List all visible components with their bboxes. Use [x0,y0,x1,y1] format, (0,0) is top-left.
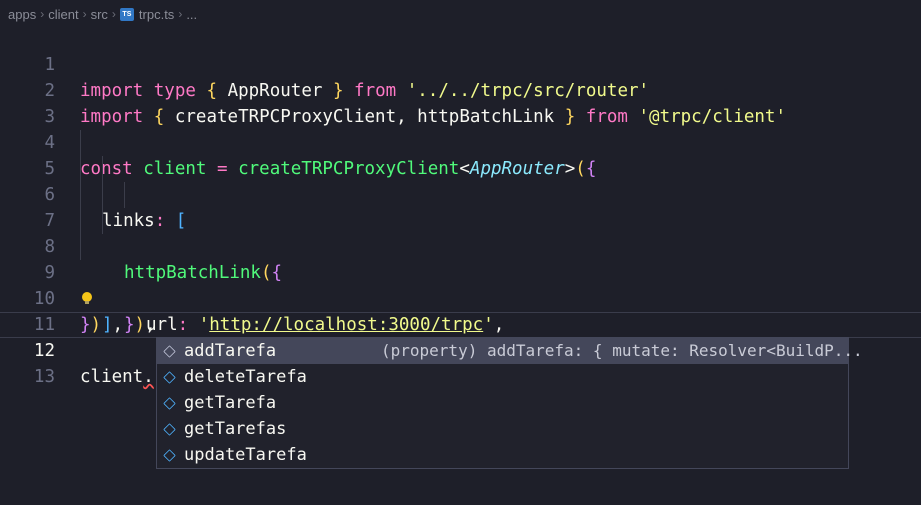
indent-guide [80,182,81,208]
cube-icon [163,422,176,436]
suggestion-item[interactable]: addTarefa (property) addTarefa: { mutate… [157,338,863,364]
code-line[interactable]: 1 import type { AppRouter } from '../../… [0,26,921,101]
typescript-file-icon: TS [119,7,134,21]
indent-guide [102,208,103,234]
code-line[interactable]: 6 httpBatchLink({ [0,156,921,283]
cube-icon [163,448,176,462]
code-line[interactable]: 3 [0,78,921,127]
indent-guide [102,156,103,182]
indent-guide [80,234,81,260]
indent-guide [124,182,125,208]
suggestion-label: deleteTarefa [184,367,307,387]
code-content: client. [80,364,154,390]
suggestion-item[interactable]: updateTarefa [157,442,848,468]
code-line[interactable]: 9 ], [0,234,921,335]
suggestion-label: updateTarefa [184,445,307,465]
indent-guide [102,182,103,208]
code-line[interactable]: 2 import { createTRPCProxyClient, httpBa… [0,52,921,127]
suggestion-detail: (property) addTarefa: { mutate: Resolver… [381,341,863,360]
breadcrumb-item-apps[interactable]: apps [8,7,36,22]
suggestion-item[interactable]: deleteTarefa [157,364,848,390]
chevron-right-icon: › [82,7,87,21]
chevron-right-icon: › [111,7,116,21]
code-line[interactable]: 11 [0,286,921,335]
suggestion-label: getTarefas [184,419,287,439]
indent-guide [80,156,81,182]
suggestion-label: getTarefa [184,393,277,413]
code-line[interactable]: 10 }) [0,260,921,335]
cube-icon [163,344,176,358]
indent-guide [80,130,81,156]
code-line-current[interactable]: 12 client. [0,312,921,387]
cube-icon [163,370,176,384]
chevron-right-icon: › [178,7,183,21]
token: . [143,367,154,387]
code-line[interactable]: 8 }), [0,208,921,335]
breadcrumb-item-more[interactable]: ... [186,7,197,22]
autocomplete-suggestions[interactable]: addTarefa (property) addTarefa: { mutate… [156,337,863,469]
breadcrumb: apps › client › src › TS trpc.ts › ... [0,0,921,28]
code-editor[interactable]: 1 import type { AppRouter } from '../../… [0,26,921,387]
code-line[interactable]: 7 url: 'http://localhost:3000/trpc', [0,182,921,335]
breadcrumb-item-src[interactable]: src [91,7,108,22]
suggestion-label: addTarefa [184,341,277,361]
suggestion-item[interactable]: getTarefa [157,390,848,416]
suggestion-item[interactable]: getTarefas [157,416,848,442]
line-number: 13 [33,367,55,387]
breadcrumb-item-client[interactable]: client [48,7,78,22]
token: client [80,367,144,387]
lightbulb-icon[interactable] [82,292,92,304]
indent-guide [80,208,81,234]
breadcrumb-item-file[interactable]: trpc.ts [139,7,174,22]
code-line[interactable]: 4 const client = createTRPCProxyClient<A… [0,104,921,179]
code-line[interactable]: 5 links: [ [0,130,921,231]
chevron-right-icon: › [40,7,45,21]
cube-icon [163,396,176,410]
